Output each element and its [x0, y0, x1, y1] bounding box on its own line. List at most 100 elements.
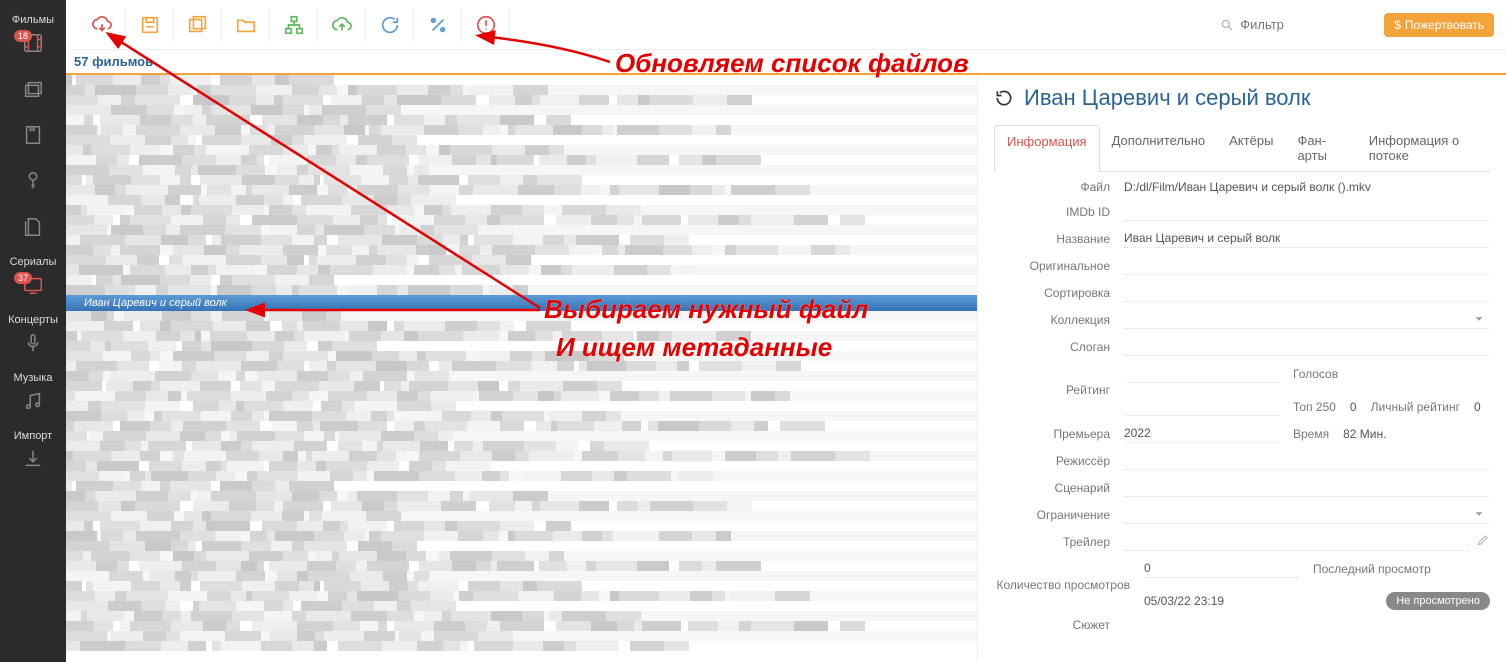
file-list-scroll[interactable]: Иван Царевич и серый волк	[66, 75, 977, 662]
list-row[interactable]	[66, 631, 977, 641]
tab-fanart[interactable]: Фан-арты	[1285, 125, 1356, 171]
list-row[interactable]	[66, 245, 977, 255]
list-row[interactable]	[66, 105, 977, 115]
slogan-input[interactable]	[1124, 337, 1490, 356]
list-row[interactable]	[66, 205, 977, 215]
list-row[interactable]	[66, 581, 977, 591]
list-row[interactable]	[66, 431, 977, 441]
list-row[interactable]	[66, 195, 977, 205]
sidebar-item-sets[interactable]	[0, 66, 66, 112]
list-row[interactable]	[66, 591, 977, 601]
filter-input[interactable]	[1240, 17, 1360, 32]
sidebar-item-import[interactable]: Импорт	[0, 424, 66, 482]
list-row[interactable]	[66, 531, 977, 541]
list-row[interactable]	[66, 115, 977, 125]
director-input[interactable]	[1124, 451, 1490, 470]
list-row[interactable]	[66, 561, 977, 571]
list-row[interactable]	[66, 451, 977, 461]
list-row[interactable]	[66, 481, 977, 491]
votes-input[interactable]	[1124, 397, 1279, 416]
list-row[interactable]	[66, 551, 977, 561]
warning-button[interactable]	[462, 7, 510, 43]
list-row[interactable]	[66, 351, 977, 361]
list-row[interactable]	[66, 391, 977, 401]
trailer-input[interactable]	[1124, 532, 1470, 551]
tree-button[interactable]	[270, 7, 318, 43]
list-row[interactable]	[66, 521, 977, 531]
list-row[interactable]	[66, 225, 977, 235]
list-row[interactable]	[66, 461, 977, 471]
list-row[interactable]	[66, 641, 977, 651]
original-input[interactable]	[1124, 256, 1490, 275]
premiere-input[interactable]	[1124, 424, 1279, 443]
name-input[interactable]	[1124, 229, 1490, 248]
list-row[interactable]	[66, 125, 977, 135]
list-row[interactable]	[66, 441, 977, 451]
sidebar-item-docs[interactable]	[0, 204, 66, 250]
list-row[interactable]	[66, 341, 977, 351]
list-row[interactable]	[66, 491, 977, 501]
list-row[interactable]	[66, 361, 977, 371]
list-row[interactable]	[66, 511, 977, 521]
sidebar-item-books[interactable]	[0, 112, 66, 158]
imdb-input[interactable]	[1124, 202, 1490, 221]
list-row-selected[interactable]: Иван Царевич и серый волк	[66, 295, 977, 311]
list-row[interactable]	[66, 321, 977, 331]
list-row[interactable]	[66, 371, 977, 381]
cert-dropdown[interactable]	[1124, 505, 1490, 524]
watched-status[interactable]: Не просмотрено	[1386, 592, 1490, 610]
donate-button[interactable]: $ Пожертвовать	[1384, 13, 1494, 37]
list-row[interactable]	[66, 501, 977, 511]
sidebar-item-series[interactable]: Сериалы 37	[0, 250, 66, 308]
list-row[interactable]	[66, 135, 977, 145]
pencil-icon[interactable]	[1476, 533, 1490, 550]
list-row[interactable]	[66, 381, 977, 391]
list-row[interactable]	[66, 601, 977, 611]
list-row[interactable]	[66, 331, 977, 341]
list-row[interactable]	[66, 621, 977, 631]
folder-button[interactable]	[222, 7, 270, 43]
list-row[interactable]	[66, 265, 977, 275]
collection-dropdown[interactable]	[1124, 310, 1490, 329]
save-button[interactable]	[126, 7, 174, 43]
save-all-button[interactable]	[174, 7, 222, 43]
tab-info[interactable]: Информация	[994, 125, 1100, 172]
list-row[interactable]	[66, 411, 977, 421]
list-row[interactable]	[66, 255, 977, 265]
list-row[interactable]	[66, 311, 977, 321]
list-row[interactable]	[66, 571, 977, 581]
tools-button[interactable]	[414, 7, 462, 43]
list-row[interactable]	[66, 401, 977, 411]
list-row[interactable]	[66, 155, 977, 165]
list-row[interactable]	[66, 75, 977, 85]
refresh-icon[interactable]	[994, 88, 1014, 108]
sidebar-item-concerts[interactable]: Концерты	[0, 308, 66, 366]
list-row[interactable]	[66, 185, 977, 195]
sidebar-item-movies[interactable]: Фильмы 18	[0, 8, 66, 66]
sidebar-item-keys[interactable]	[0, 158, 66, 204]
rating-input[interactable]	[1124, 364, 1279, 383]
sort-input[interactable]	[1124, 283, 1490, 302]
list-row[interactable]	[66, 175, 977, 185]
list-row[interactable]	[66, 165, 977, 175]
tab-stream[interactable]: Информация о потоке	[1357, 125, 1490, 171]
list-row[interactable]	[66, 421, 977, 431]
views-input[interactable]	[1144, 559, 1299, 578]
refresh-button[interactable]	[366, 7, 414, 43]
cloud-upload-button[interactable]	[318, 7, 366, 43]
list-row[interactable]	[66, 145, 977, 155]
list-row[interactable]	[66, 285, 977, 295]
list-row[interactable]	[66, 95, 977, 105]
tab-extra[interactable]: Дополнительно	[1100, 125, 1218, 171]
list-row[interactable]	[66, 471, 977, 481]
list-row[interactable]	[66, 541, 977, 551]
sidebar-item-music[interactable]: Музыка	[0, 366, 66, 424]
list-row[interactable]	[66, 235, 977, 245]
list-row[interactable]	[66, 611, 977, 621]
tab-actors[interactable]: Актёры	[1217, 125, 1285, 171]
writer-input[interactable]	[1124, 478, 1490, 497]
list-row[interactable]	[66, 215, 977, 225]
cloud-download-button[interactable]	[78, 7, 126, 43]
list-row[interactable]	[66, 275, 977, 285]
list-row[interactable]	[66, 85, 977, 95]
